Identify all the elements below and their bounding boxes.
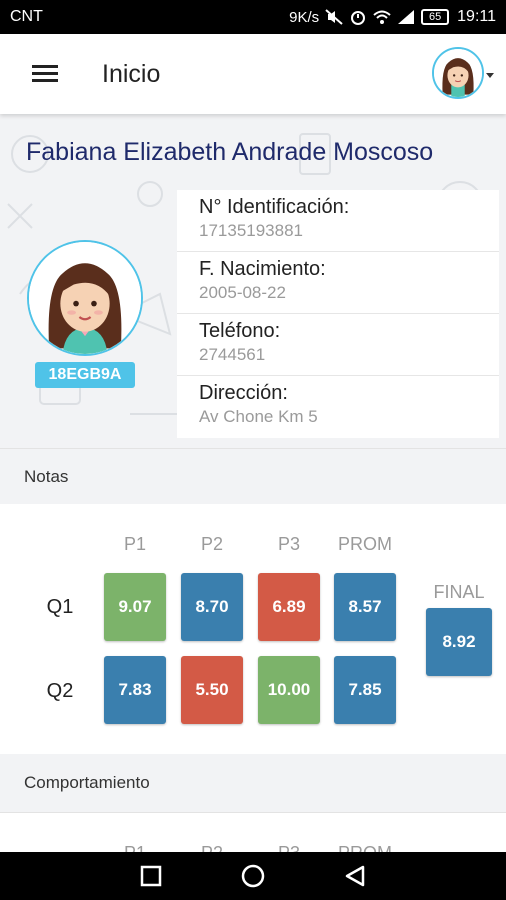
- grade-final[interactable]: 8.92: [426, 608, 492, 676]
- row-label-q1: Q1: [46, 596, 74, 618]
- student-name: Fabiana Elizabeth Andrade Moscoso: [26, 138, 434, 166]
- student-photo: [27, 240, 143, 356]
- course-badge: 18EGB9A: [35, 362, 135, 388]
- behavior-grid: P1 P2 P3 PROM: [0, 812, 506, 852]
- status-bar: CNT 9K/s 65 19:11: [0, 0, 506, 34]
- back-button[interactable]: [333, 856, 377, 896]
- clock: 19:11: [457, 8, 496, 25]
- mute-icon: [325, 9, 343, 25]
- circle-icon: [241, 864, 265, 888]
- status-icons: 9K/s 65 19:11: [289, 8, 496, 26]
- user-avatar-button[interactable]: [432, 47, 484, 99]
- square-icon: [140, 865, 162, 887]
- info-value: Av Chone Km 5: [199, 407, 318, 426]
- student-info-card: N° Identificación: 17135193881 F. Nacimi…: [177, 190, 499, 438]
- column-header-p1: P1: [123, 534, 147, 554]
- info-value: 2005-08-22: [199, 283, 286, 302]
- carrier-name: CNT: [10, 8, 43, 25]
- info-identification: N° Identificación: 17135193881: [177, 190, 499, 252]
- hamburger-menu-icon: [32, 65, 58, 83]
- info-label: Teléfono:: [199, 320, 281, 342]
- info-label: F. Nacimiento:: [199, 258, 326, 280]
- grades-grid: P1 P2 P3 PROM Q1 Q2 9.07 8.70 6.89 8.57 …: [0, 504, 506, 754]
- network-speed: 9K/s: [289, 8, 320, 26]
- home-button[interactable]: [231, 856, 275, 896]
- wifi-icon: [373, 9, 391, 25]
- grade-q1-p3[interactable]: 6.89: [258, 573, 320, 641]
- girl-avatar-icon: [434, 49, 482, 97]
- column-header-prom: PROM: [338, 534, 392, 554]
- student-profile: Fabiana Elizabeth Andrade Moscoso 18EGB9…: [0, 114, 506, 448]
- column-header-p1: P1: [104, 843, 166, 852]
- column-header-p3: P3: [277, 534, 301, 554]
- recents-button[interactable]: [129, 856, 173, 896]
- final-label: FINAL: [433, 582, 485, 602]
- grade-q2-p3[interactable]: 10.00: [258, 656, 320, 724]
- chevron-down-icon[interactable]: [486, 73, 494, 78]
- info-birthdate: F. Nacimiento: 2005-08-22: [177, 252, 499, 314]
- girl-avatar-icon: [29, 242, 141, 354]
- battery-icon: 65: [421, 9, 450, 25]
- grade-q1-prom[interactable]: 8.57: [334, 573, 396, 641]
- info-label: N° Identificación:: [199, 196, 350, 218]
- column-header-p3: P3: [258, 843, 320, 852]
- alarm-icon: [349, 9, 367, 25]
- grade-q1-p2[interactable]: 8.70: [181, 573, 243, 641]
- info-value: 17135193881: [199, 221, 304, 240]
- info-address: Dirección: Av Chone Km 5: [177, 376, 499, 438]
- grade-q1-p1[interactable]: 9.07: [104, 573, 166, 641]
- triangle-back-icon: [345, 865, 365, 887]
- app-bar: Inicio: [0, 34, 506, 114]
- info-value: 2744561: [199, 345, 266, 364]
- section-header-notas: Notas: [0, 448, 506, 504]
- page-title: Inicio: [102, 59, 161, 88]
- column-header-p2: P2: [200, 534, 224, 554]
- system-nav-bar: [0, 852, 506, 900]
- grade-q2-prom[interactable]: 7.85: [334, 656, 396, 724]
- info-phone: Teléfono: 2744561: [177, 314, 499, 376]
- grade-q2-p2[interactable]: 5.50: [181, 656, 243, 724]
- row-label-q2: Q2: [46, 680, 74, 702]
- signal-icon: [397, 9, 415, 25]
- column-header-p2: P2: [181, 843, 243, 852]
- column-header-prom: PROM: [334, 843, 396, 852]
- section-header-comportamiento: Comportamiento: [0, 754, 506, 812]
- grade-q2-p1[interactable]: 7.83: [104, 656, 166, 724]
- info-label: Dirección:: [199, 382, 288, 404]
- menu-button[interactable]: [0, 34, 90, 114]
